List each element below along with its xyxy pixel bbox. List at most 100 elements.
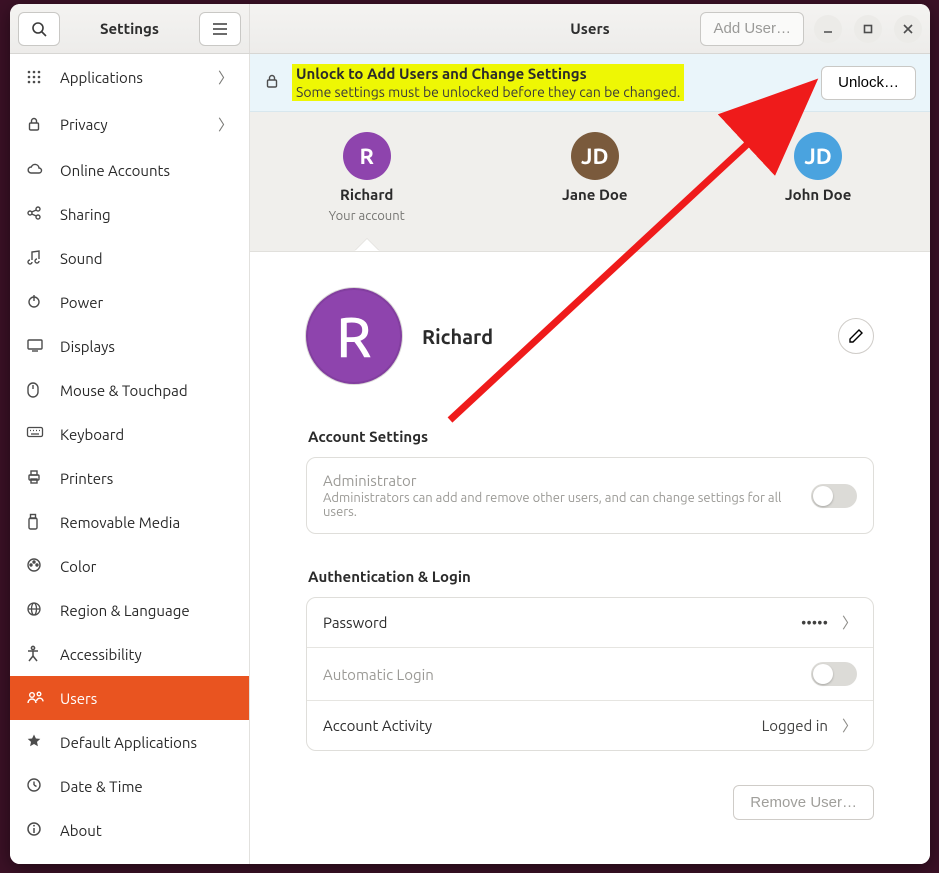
window-minimize-button[interactable]	[814, 15, 842, 43]
share-icon	[26, 205, 44, 223]
sidebar-item-label: Online Accounts	[60, 162, 233, 179]
sidebar-item-label: Sound	[60, 250, 233, 267]
chevron-right-icon: 〉	[218, 67, 233, 88]
hamburger-button[interactable]	[199, 12, 241, 46]
account-activity-value: Logged in	[762, 717, 828, 734]
automatic-login-label: Automatic Login	[323, 666, 797, 683]
add-user-button[interactable]: Add User…	[700, 12, 804, 46]
user-detail: R Richard Account Settings Administrator	[250, 252, 930, 864]
user-chip-jane-doe[interactable]: JD Jane Doe	[562, 132, 628, 223]
remove-user-button[interactable]: Remove User…	[733, 785, 874, 820]
sidebar-item-label: Printers	[60, 470, 233, 487]
sidebar-item-power[interactable]: Power	[10, 280, 249, 324]
user-chip-name: John Doe	[785, 186, 852, 203]
hamburger-icon	[212, 22, 228, 36]
sidebar-item-label: Color	[60, 558, 233, 575]
search-icon	[31, 21, 47, 37]
user-chip-john-doe[interactable]: JD John Doe	[785, 132, 852, 223]
pencil-icon	[848, 328, 864, 344]
unlock-button[interactable]: Unlock…	[821, 66, 916, 100]
account-settings-heading: Account Settings	[308, 428, 874, 445]
printer-icon	[26, 469, 44, 487]
account-activity-row[interactable]: Account Activity Logged in 〉	[307, 700, 873, 750]
identity-block: R Richard	[306, 288, 874, 384]
chevron-right-icon: 〉	[842, 612, 857, 633]
sidebar-item-users[interactable]: Users	[10, 676, 249, 720]
unlock-title: Unlock to Add Users and Change Settings	[292, 64, 684, 83]
window-maximize-button[interactable]	[854, 15, 882, 43]
settings-window: Settings Users Add User…	[10, 4, 930, 864]
globe-icon	[26, 601, 44, 619]
headerbar-left: Settings	[10, 4, 250, 53]
mouse-icon	[26, 381, 44, 399]
sidebar-item-label: Keyboard	[60, 426, 233, 443]
chevron-right-icon: 〉	[842, 715, 857, 736]
sidebar-item-label: Region & Language	[60, 602, 233, 619]
administrator-switch[interactable]	[811, 484, 857, 508]
password-label: Password	[323, 614, 787, 631]
sidebar-item-online-accounts[interactable]: Online Accounts	[10, 148, 249, 192]
user-chip-richard[interactable]: RRichardYour account	[329, 132, 405, 223]
account-activity-label: Account Activity	[323, 717, 748, 734]
sidebar-item-displays[interactable]: Displays	[10, 324, 249, 368]
password-row[interactable]: Password ••••• 〉	[307, 598, 873, 647]
sidebar-item-applications[interactable]: Applications 〉	[10, 54, 249, 101]
administrator-label: Administrator	[323, 472, 797, 489]
sidebar-item-region-language[interactable]: Region & Language	[10, 588, 249, 632]
account-settings-card: Administrator Administrators can add and…	[306, 457, 874, 534]
avatar: JD	[571, 132, 619, 180]
close-icon	[902, 23, 914, 35]
sidebar-item-sharing[interactable]: Sharing	[10, 192, 249, 236]
avatar-large: R	[306, 288, 402, 384]
user-chip-name: Jane Doe	[562, 186, 628, 203]
user-chip-subtitle: Your account	[329, 209, 405, 223]
edit-name-button[interactable]	[838, 318, 874, 354]
sidebar-item-sound[interactable]: Sound	[10, 236, 249, 280]
sidebar-item-about[interactable]: About	[10, 808, 249, 852]
minimize-icon	[822, 23, 834, 35]
color-icon	[26, 557, 44, 575]
sidebar-item-label: Applications	[60, 69, 202, 86]
user-switcher: RRichardYour account JD Jane Doe JD John Doe	[250, 112, 930, 252]
grid-icon	[26, 69, 44, 87]
sidebar-item-label: Privacy	[60, 116, 202, 133]
administrator-description: Administrators can add and remove other …	[323, 491, 797, 519]
sidebar-item-date-time[interactable]: Date & Time	[10, 764, 249, 808]
sidebar-item-label: Date & Time	[60, 778, 233, 795]
display-icon	[26, 337, 44, 355]
window-close-button[interactable]	[894, 15, 922, 43]
clock-icon	[26, 777, 44, 795]
sidebar-item-removable-media[interactable]: Removable Media	[10, 500, 249, 544]
sidebar-item-printers[interactable]: Printers	[10, 456, 249, 500]
sidebar-item-default-applications[interactable]: Default Applications	[10, 720, 249, 764]
automatic-login-row: Automatic Login	[307, 647, 873, 700]
lock-icon	[26, 116, 44, 134]
password-value: •••••	[801, 614, 828, 631]
sidebar-item-label: Accessibility	[60, 646, 233, 663]
search-button[interactable]	[18, 12, 60, 46]
headerbar: Settings Users Add User…	[10, 4, 930, 54]
sidebar-item-mouse-touchpad[interactable]: Mouse & Touchpad	[10, 368, 249, 412]
auth-login-card: Password ••••• 〉 Automatic Login Account…	[306, 597, 874, 751]
sidebar-item-privacy[interactable]: Privacy 〉	[10, 101, 249, 148]
avatar: R	[343, 132, 391, 180]
administrator-row: Administrator Administrators can add and…	[307, 458, 873, 533]
sidebar-item-label: About	[60, 822, 233, 839]
music-icon	[26, 249, 44, 267]
power-icon	[26, 293, 44, 311]
sidebar[interactable]: Applications 〉 Privacy 〉 Online Accounts Shar…	[10, 54, 250, 864]
sidebar-item-keyboard[interactable]: Keyboard	[10, 412, 249, 456]
sidebar-item-label: Power	[60, 294, 233, 311]
sidebar-item-accessibility[interactable]: Accessibility	[10, 632, 249, 676]
sidebar-item-color[interactable]: Color	[10, 544, 249, 588]
auth-login-heading: Authentication & Login	[308, 568, 874, 585]
sidebar-item-label: Users	[60, 690, 233, 707]
lock-icon	[264, 73, 280, 92]
users-icon	[26, 689, 44, 707]
automatic-login-switch[interactable]	[811, 662, 857, 686]
chevron-right-icon: 〉	[218, 114, 233, 135]
unlock-description: Some settings must be unlocked before th…	[292, 83, 684, 101]
info-icon	[26, 821, 44, 839]
settings-title: Settings	[66, 20, 193, 37]
avatar: JD	[794, 132, 842, 180]
